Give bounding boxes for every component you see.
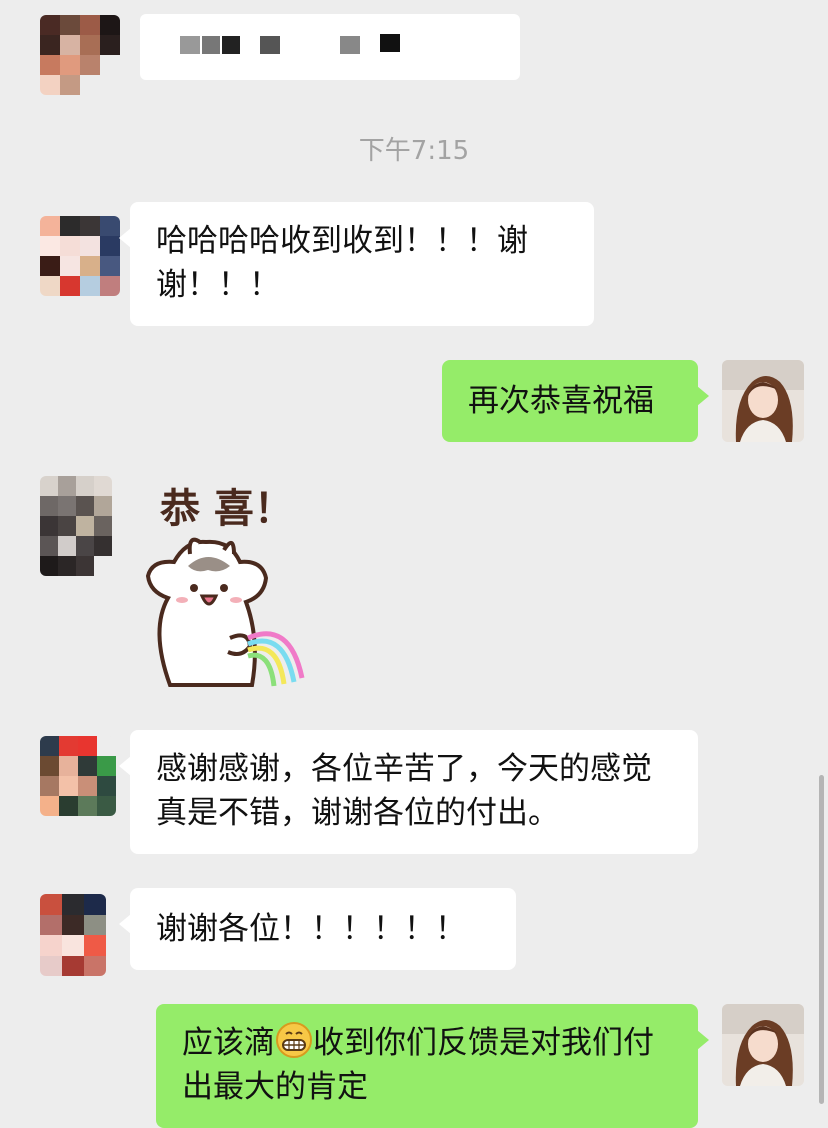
redacted-text	[340, 36, 360, 54]
message-bubble-incoming[interactable]: 感谢感谢，各位辛苦了，今天的感觉真是不错，谢谢各位的付出。	[119, 730, 698, 854]
redacted-text	[380, 34, 400, 52]
avatar-contact-2[interactable]	[40, 476, 112, 576]
message-bubble-blurred[interactable]	[140, 14, 520, 80]
avatar-contact-3[interactable]	[40, 736, 116, 816]
message-bubble-outgoing[interactable]: 应该滴 收到你们反馈是对我们付出最大的肯定	[156, 1004, 709, 1128]
timestamp: 下午7:15	[358, 136, 470, 166]
redacted-text	[222, 36, 240, 54]
message-bubble-incoming[interactable]: 谢谢各位！！！！！！	[119, 888, 516, 970]
message-text: 哈哈哈哈收到收到！！！谢谢！！！	[156, 223, 528, 303]
hamster-rainbow-congrats-sticker: 恭 喜！	[145, 486, 305, 687]
grinning-face-emoji	[275, 1021, 313, 1059]
avatar-contact-4[interactable]	[40, 894, 106, 976]
message-text: 再次恭喜祝福	[468, 383, 654, 419]
redacted-text	[202, 36, 220, 54]
message-text: 感谢感谢，各位辛苦了，今天的感觉真是不错，谢谢各位的付出。	[156, 751, 652, 831]
redacted-text	[260, 36, 280, 54]
redacted-text	[180, 36, 200, 54]
message-text: 谢谢各位！！！！！！	[156, 911, 466, 947]
scrollbar[interactable]	[819, 775, 824, 1104]
avatar-self[interactable]	[722, 1004, 804, 1086]
message-bubble-incoming[interactable]: 哈哈哈哈收到收到！！！谢谢！！！	[119, 202, 594, 326]
avatar-contact-1[interactable]	[40, 216, 120, 296]
sticker-text: 恭 喜！	[159, 486, 294, 532]
message-text-part: 应该滴	[182, 1025, 275, 1061]
sticker-message[interactable]: 恭 喜！	[130, 470, 340, 702]
avatar-self[interactable]	[722, 360, 804, 442]
avatar-blurred-top[interactable]	[40, 15, 120, 95]
message-bubble-outgoing[interactable]: 再次恭喜祝福	[442, 360, 709, 442]
